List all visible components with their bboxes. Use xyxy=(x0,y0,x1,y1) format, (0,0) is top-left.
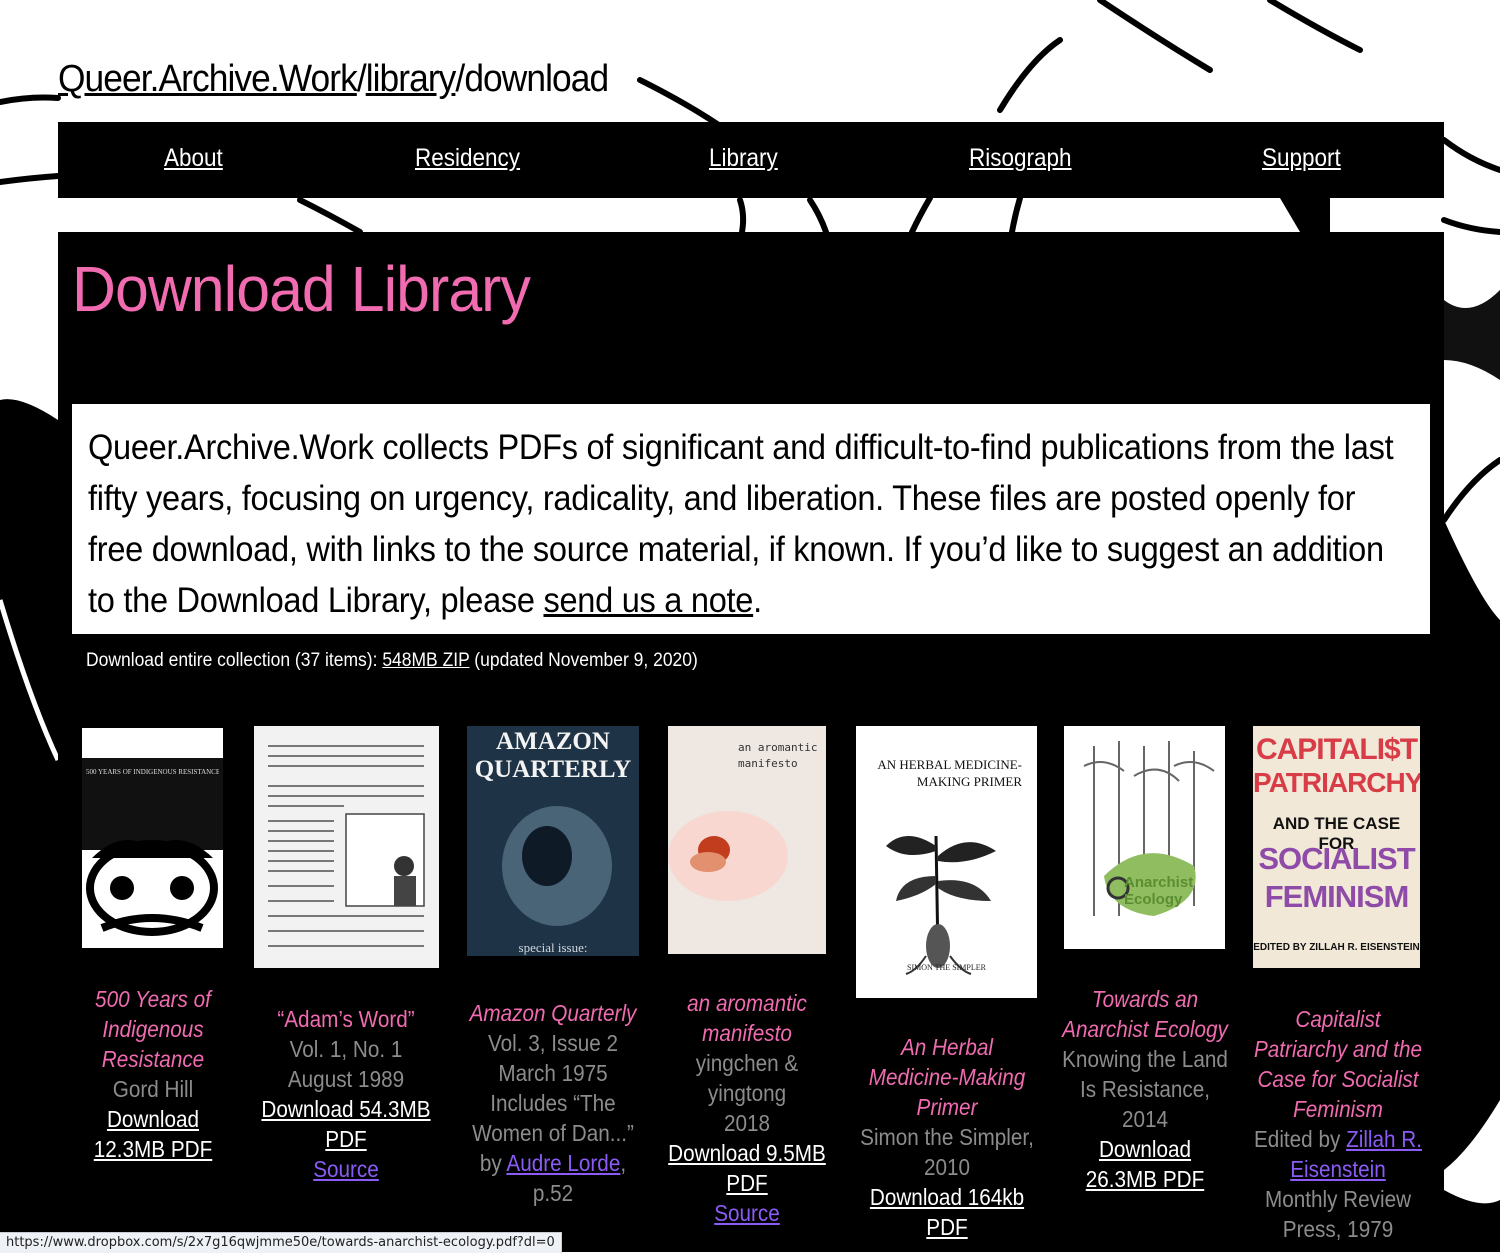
book-includes: Includes “The Women of Dan...” xyxy=(472,1090,634,1146)
cover-line-patriarchy: PATRIARCHY xyxy=(1253,767,1420,798)
book-source-link[interactable]: Source xyxy=(256,1154,436,1184)
breadcrumb-library-link[interactable]: library xyxy=(366,58,457,100)
cover-line-feminism: FEMINISM xyxy=(1264,879,1410,914)
book-publisher: Monthly Review Press, 1979 xyxy=(1264,1186,1412,1242)
book-subtitle: Knowing the Land Is Resistance, xyxy=(1062,1046,1228,1102)
cover-text: 500 YEARS OF INDIGENOUS RESISTANCE xyxy=(86,768,219,776)
cover-author: SIMON THE SIMPLER xyxy=(907,963,986,972)
cover-line-capitalist: CAPITALI$T xyxy=(1255,733,1418,766)
book-caption-amazon-quarterly: Amazon Quarterly Vol. 3, Issue 2 March 1… xyxy=(466,998,641,1208)
book-editor-line: Edited by Zillah R. Eisenstein xyxy=(1254,1126,1422,1182)
cover-illustration xyxy=(502,806,612,926)
cover-line-socialist: SOCIALIST xyxy=(1258,841,1415,876)
main-nav: About Residency Library Risograph Suppor… xyxy=(58,122,1444,198)
book-year: 2018 xyxy=(723,1110,771,1136)
book-title: “Adam’s Word” xyxy=(277,1006,415,1032)
book-title: An Herbal Medicine-Making Primer xyxy=(868,1034,1026,1120)
cover-title: AMAZON QUARTERLY xyxy=(474,728,632,783)
nav-link-residency[interactable]: Residency xyxy=(415,144,520,173)
cover-illustration xyxy=(1083,741,1215,916)
cover-title: AN HERBAL MEDICINE-MAKING PRIMER xyxy=(877,757,1022,789)
collection-zip-link[interactable]: 548MB ZIP xyxy=(382,650,469,671)
book-title: 500 Years of Indigenous Resistance xyxy=(95,986,211,1072)
cover-title: Anarchist Ecology xyxy=(1124,874,1194,908)
nav-link-risograph[interactable]: Risograph xyxy=(969,144,1072,173)
breadcrumb: Queer.Archive.Work/library/download xyxy=(58,58,609,101)
book-author-year: Simon the Simpler, 2010 xyxy=(860,1124,1034,1180)
book-download-link[interactable]: Download 12.3MB PDF xyxy=(80,1104,226,1164)
breadcrumb-separator: / xyxy=(356,58,367,100)
book-volume: Vol. 1, No. 1 xyxy=(289,1036,403,1062)
book-cover-amazon-quarterly[interactable]: AMAZON QUARTERLY special issue: xyxy=(467,726,639,956)
cover-title: an aromantic manifesto xyxy=(738,741,818,770)
cover-illustration xyxy=(86,840,218,936)
page-title: Download Library xyxy=(72,253,531,325)
browser-status-bar: https://www.dropbox.com/s/2x7g16qwjmme50… xyxy=(0,1232,562,1253)
book-caption-500-years: 500 Years of Indigenous Resistance Gord … xyxy=(80,984,226,1164)
book-title: Amazon Quarterly xyxy=(469,1000,637,1026)
book-source-link[interactable]: Source xyxy=(663,1198,830,1228)
book-caption-anarchist-ecology: Towards an Anarchist Ecology Knowing the… xyxy=(1061,984,1228,1194)
nav-link-about[interactable]: About xyxy=(164,144,223,173)
author-link-audre-lorde[interactable]: Audre Lorde xyxy=(506,1150,620,1176)
book-cover-herbal-primer[interactable]: AN HERBAL MEDICINE-MAKING PRIMER SIMON T… xyxy=(856,726,1037,998)
collection-download: Download entire collection (37 items): 5… xyxy=(86,650,698,671)
nav-link-library[interactable]: Library xyxy=(709,144,778,173)
book-cover-anarchist-ecology[interactable]: Anarchist Ecology xyxy=(1064,726,1225,949)
book-title: Capitalist Patriarchy and the Case for S… xyxy=(1253,1006,1422,1122)
book-download-link[interactable]: Download 9.5MB PDF xyxy=(663,1138,830,1198)
book-issue: Vol. 3, Issue 2 xyxy=(487,1030,619,1056)
book-caption-capitalist-patriarchy: Capitalist Patriarchy and the Case for S… xyxy=(1248,1004,1428,1244)
book-by-line: by Audre Lorde, xyxy=(479,1150,627,1176)
breadcrumb-site-link[interactable]: Queer.Archive.Work xyxy=(58,58,358,100)
breadcrumb-current-page: download xyxy=(464,58,609,100)
book-download-link[interactable]: Download 164kb PDF xyxy=(860,1182,1035,1242)
book-cover-capitalist-patriarchy[interactable]: CAPITALI$T PATRIARCHY AND THE CASE FOR S… xyxy=(1253,726,1420,968)
cover-subtitle: special issue: xyxy=(518,940,588,955)
book-caption-aromantic-manifesto: an aromantic manifesto yingchen & yingto… xyxy=(663,988,830,1228)
book-title: Towards an Anarchist Ecology xyxy=(1062,986,1228,1042)
book-caption-adams-word: “Adam’s Word” Vol. 1, No. 1 August 1989 … xyxy=(256,1004,436,1184)
download-library-panel: Download Library Queer.Archive.Work coll… xyxy=(58,232,1444,1252)
book-author: Gord Hill xyxy=(112,1076,194,1102)
book-cover-adams-word[interactable] xyxy=(254,726,439,968)
book-cover-aromantic-manifesto[interactable]: an aromantic manifesto xyxy=(668,726,826,954)
book-date: March 1975 xyxy=(498,1060,608,1086)
book-title: an aromantic manifesto xyxy=(687,990,807,1046)
cover-illustration xyxy=(668,811,788,901)
book-download-link[interactable]: Download 26.3MB PDF xyxy=(1061,1134,1228,1194)
cover-line-editor: EDITED BY ZILLAH R. EISENSTEIN xyxy=(1253,942,1420,953)
breadcrumb-separator: / xyxy=(455,58,465,100)
send-note-link[interactable]: send us a note xyxy=(543,581,753,620)
nav-link-support[interactable]: Support xyxy=(1262,144,1341,173)
book-date: August 1989 xyxy=(287,1066,405,1092)
book-cover-500-years[interactable]: 500 YEARS OF INDIGENOUS RESISTANCE xyxy=(82,728,223,948)
cover-illustration xyxy=(886,835,996,975)
book-page: p.52 xyxy=(532,1180,574,1206)
book-caption-herbal-primer: An Herbal Medicine-Making Primer Simon t… xyxy=(860,1032,1035,1242)
book-year: 2014 xyxy=(1121,1106,1169,1132)
intro-box: Queer.Archive.Work collects PDFs of sign… xyxy=(72,404,1430,634)
book-download-link[interactable]: Download 54.3MB PDF xyxy=(256,1094,436,1154)
intro-text: Queer.Archive.Work collects PDFs of sign… xyxy=(88,428,1394,620)
book-authors: yingchen & yingtong xyxy=(695,1050,799,1106)
cover-illustration xyxy=(268,745,425,947)
